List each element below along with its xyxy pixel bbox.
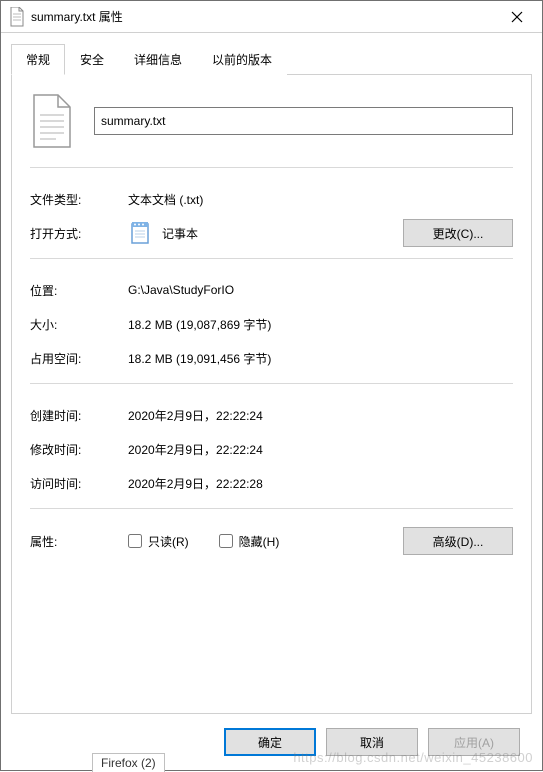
- tab-general[interactable]: 常规: [11, 44, 65, 75]
- taskbar-stub: Firefox (2): [92, 753, 165, 772]
- label-size: 大小:: [30, 316, 128, 333]
- tab-previous-versions[interactable]: 以前的版本: [197, 44, 287, 75]
- value-location: G:\Java\StudyForIO: [128, 283, 234, 297]
- close-icon: [511, 11, 523, 23]
- separator: [30, 258, 513, 259]
- hidden-checkbox-label[interactable]: 隐藏(H): [219, 533, 280, 550]
- tab-panel-general: 文件类型: 文本文档 (.txt) 打开方式:: [11, 74, 532, 714]
- tab-security[interactable]: 安全: [65, 44, 119, 75]
- window-title: summary.txt 属性: [31, 8, 494, 25]
- label-location: 位置:: [30, 282, 128, 299]
- label-attributes: 属性:: [30, 533, 128, 550]
- value-created: 2020年2月9日，22:22:24: [128, 407, 263, 424]
- label-opens-with: 打开方式:: [30, 225, 128, 242]
- value-modified: 2020年2月9日，22:22:24: [128, 441, 263, 458]
- filename-input[interactable]: [94, 107, 513, 135]
- file-icon-large: [30, 93, 74, 149]
- value-opens-with: 记事本: [162, 225, 198, 242]
- hidden-checkbox[interactable]: [219, 534, 233, 548]
- value-size-on-disk: 18.2 MB (19,091,456 字节): [128, 350, 271, 367]
- advanced-button[interactable]: 高级(D)...: [403, 527, 513, 555]
- label-size-on-disk: 占用空间:: [30, 350, 128, 367]
- separator: [30, 508, 513, 509]
- label-accessed: 访问时间:: [30, 475, 128, 492]
- readonly-checkbox[interactable]: [128, 534, 142, 548]
- readonly-checkbox-label[interactable]: 只读(R): [128, 533, 189, 550]
- tab-strip: 常规 安全 详细信息 以前的版本: [11, 43, 532, 74]
- file-icon: [9, 7, 25, 27]
- dialog-footer: 确定 取消 应用(A): [11, 714, 532, 770]
- titlebar: summary.txt 属性: [1, 1, 542, 33]
- label-modified: 修改时间:: [30, 441, 128, 458]
- close-button[interactable]: [494, 2, 540, 32]
- notepad-icon: [128, 220, 154, 246]
- apply-button[interactable]: 应用(A): [428, 728, 520, 756]
- tab-details[interactable]: 详细信息: [119, 44, 197, 75]
- separator: [30, 167, 513, 168]
- properties-dialog: summary.txt 属性 常规 安全 详细信息 以前的版本: [0, 0, 543, 771]
- readonly-text: 只读(R): [148, 533, 189, 550]
- value-accessed: 2020年2月9日，22:22:28: [128, 475, 263, 492]
- label-created: 创建时间:: [30, 407, 128, 424]
- change-button[interactable]: 更改(C)...: [403, 219, 513, 247]
- ok-button[interactable]: 确定: [224, 728, 316, 756]
- separator: [30, 383, 513, 384]
- label-filetype: 文件类型:: [30, 191, 128, 208]
- cancel-button[interactable]: 取消: [326, 728, 418, 756]
- hidden-text: 隐藏(H): [239, 533, 280, 550]
- content-area: 常规 安全 详细信息 以前的版本: [1, 33, 542, 770]
- value-size: 18.2 MB (19,087,869 字节): [128, 316, 271, 333]
- value-filetype: 文本文档 (.txt): [128, 191, 203, 208]
